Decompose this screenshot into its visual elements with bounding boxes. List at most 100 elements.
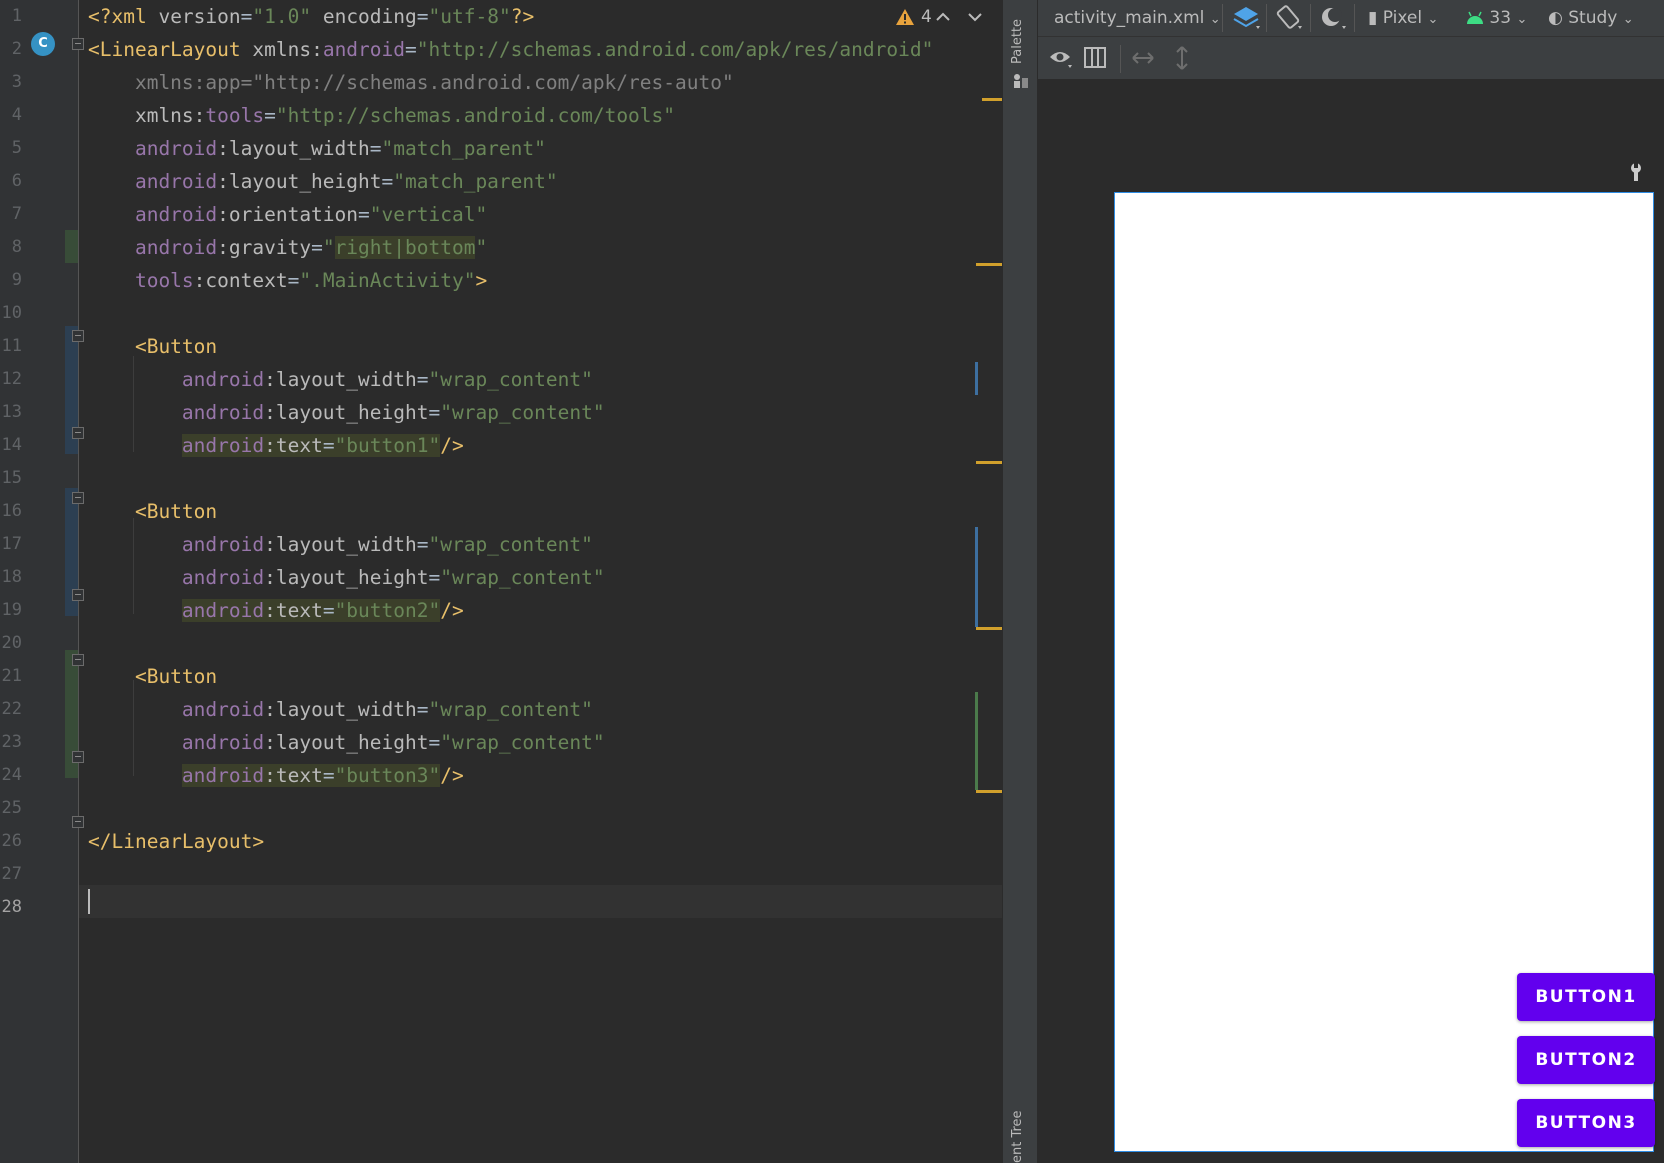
code-line[interactable]: android:text="button2"/> (88, 594, 464, 627)
scrollbar-change-mark[interactable] (975, 692, 978, 790)
code-token: /> (440, 599, 464, 622)
code-line[interactable]: xmlns:app="http://schemas.android.com/ap… (88, 66, 734, 99)
fold-marker-icon[interactable] (72, 654, 84, 666)
code-line[interactable]: <Button (88, 495, 217, 528)
chevron-down-icon[interactable] (962, 4, 988, 30)
code-token: <Button (88, 335, 218, 358)
scrollbar-warning-mark[interactable] (976, 627, 1002, 630)
code-line[interactable]: <Button (88, 660, 217, 693)
preview-button-2-label: BUTTON2 (1535, 1050, 1637, 1070)
code-line[interactable]: android:orientation="vertical" (88, 198, 487, 231)
code-token: = (322, 599, 335, 622)
inspection-widget[interactable]: 4 (895, 4, 932, 30)
line-number: 28 (1, 897, 22, 917)
line-number: 21 (1, 666, 22, 686)
line-number: 15 (1, 468, 22, 488)
fold-marker-icon[interactable] (72, 751, 84, 763)
code-token: " (322, 236, 335, 259)
code-line[interactable]: tools:context=".MainActivity"> (88, 264, 487, 297)
code-line[interactable]: <Button (88, 330, 217, 363)
code-token: :text (264, 434, 323, 457)
rotate-device-icon[interactable] (1274, 4, 1304, 32)
file-selector[interactable]: activity_main.xml ⌄ (1054, 0, 1221, 36)
toolbar-separator (1310, 4, 1311, 32)
fold-marker-icon[interactable] (72, 492, 84, 504)
code-line[interactable]: android:gravity="right|bottom" (88, 231, 487, 264)
code-token: android (88, 137, 218, 160)
fold-marker-icon[interactable] (72, 427, 84, 439)
code-line[interactable]: android:layout_height="wrap_content" (88, 396, 605, 429)
code-token: > (475, 269, 488, 292)
scrollbar-warning-mark[interactable] (976, 461, 1002, 464)
code-token: version (158, 5, 241, 28)
code-line[interactable]: android:layout_width="match_parent" (88, 132, 546, 165)
warning-icon (896, 9, 914, 25)
code-token: <LinearLayout (88, 38, 253, 61)
designer-secondary-toolbar (1038, 37, 1664, 80)
code-line[interactable]: <LinearLayout xmlns:android="http://sche… (88, 33, 933, 66)
horizontal-resize-icon[interactable] (1130, 45, 1156, 71)
code-line[interactable]: android:text="button3"/> (88, 759, 464, 792)
line-number: 1 (11, 6, 22, 26)
wrench-icon[interactable] (1628, 162, 1644, 182)
preview-button-1[interactable]: BUTTON1 (1517, 973, 1655, 1021)
code-line[interactable]: android:layout_width="wrap_content" (88, 693, 593, 726)
code-token: tools (205, 104, 265, 127)
code-token: android (88, 170, 218, 193)
code-line[interactable]: android:layout_width="wrap_content" (88, 363, 593, 396)
line-number: 24 (1, 765, 22, 785)
line-number: 23 (1, 732, 22, 752)
fold-marker-icon[interactable] (72, 330, 84, 342)
code-line[interactable]: android:layout_height="wrap_content" (88, 726, 605, 759)
code-line[interactable]: android:text="button1"/> (88, 429, 464, 462)
code-line[interactable]: <?xml version="1.0" encoding="utf-8"?> (88, 0, 534, 33)
class-badge-letter: C (38, 36, 48, 51)
line-number: 17 (1, 534, 22, 554)
api-level-selector[interactable]: 33 ⌄ (1466, 0, 1527, 36)
code-line[interactable]: android:layout_width="wrap_content" (88, 528, 593, 561)
chevron-down-icon: ⌄ (1209, 12, 1221, 27)
code-line[interactable]: android:layout_height="wrap_content" (88, 561, 605, 594)
eye-icon[interactable] (1048, 45, 1076, 71)
code-token: :layout_height (264, 731, 429, 754)
code-token: <Button (88, 665, 218, 688)
code-line[interactable]: </LinearLayout> (88, 825, 264, 858)
scrollbar-change-mark[interactable] (975, 362, 978, 395)
code-token: :context (193, 269, 288, 292)
code-token: "wrap_content" (440, 401, 605, 424)
scrollbar-warning-mark[interactable] (976, 263, 1002, 266)
code-token: android (88, 203, 218, 226)
blueprint-icon[interactable] (1083, 45, 1109, 71)
line-number: 12 (1, 369, 22, 389)
code-editor[interactable]: 1 2 3 4 5 6 7 8 9 10 11 12 13 14 15 16 17 18 19 20 21 22 23 24 2… (0, 0, 1002, 1163)
preview-button-2[interactable]: BUTTON2 (1517, 1036, 1655, 1084)
class-marker-icon[interactable]: C (31, 32, 55, 56)
layers-icon[interactable] (1232, 4, 1262, 32)
code-token: = (322, 434, 335, 457)
fold-marker-icon[interactable] (72, 589, 84, 601)
palette-tab[interactable]: Palette (1010, 19, 1025, 64)
code-line[interactable]: xmlns:tools="http://schemas.android.com/… (88, 99, 675, 132)
scrollbar-warning-mark[interactable] (982, 98, 1002, 101)
fold-marker-icon[interactable] (72, 38, 84, 50)
theme-selector[interactable]: ◐ Study ⌄ (1548, 0, 1634, 36)
vertical-resize-icon[interactable] (1169, 45, 1195, 71)
device-preview-screen[interactable]: BUTTON1 BUTTON2 BUTTON3 (1114, 192, 1655, 1152)
fold-marker-icon[interactable] (72, 816, 84, 828)
scrollbar-warning-mark[interactable] (976, 790, 1002, 793)
code-token: android (181, 764, 265, 787)
chevron-up-icon[interactable] (930, 4, 956, 30)
night-mode-icon[interactable] (1318, 4, 1348, 32)
code-token: "vertical" (369, 203, 488, 226)
scrollbar-change-mark[interactable] (975, 527, 978, 627)
component-tree-tab[interactable]: ent Tree (1010, 1110, 1025, 1163)
code-line[interactable]: android:layout_height="match_parent" (88, 165, 558, 198)
code-token: encoding (311, 5, 417, 28)
code-token: /> (440, 764, 464, 787)
device-selector[interactable]: ▮ Pixel ⌄ (1368, 0, 1438, 36)
toolbar-separator (1120, 45, 1121, 73)
preview-button-3[interactable]: BUTTON3 (1517, 1099, 1655, 1147)
code-token: <Button (88, 500, 218, 523)
vcs-change-bar[interactable] (65, 230, 78, 263)
